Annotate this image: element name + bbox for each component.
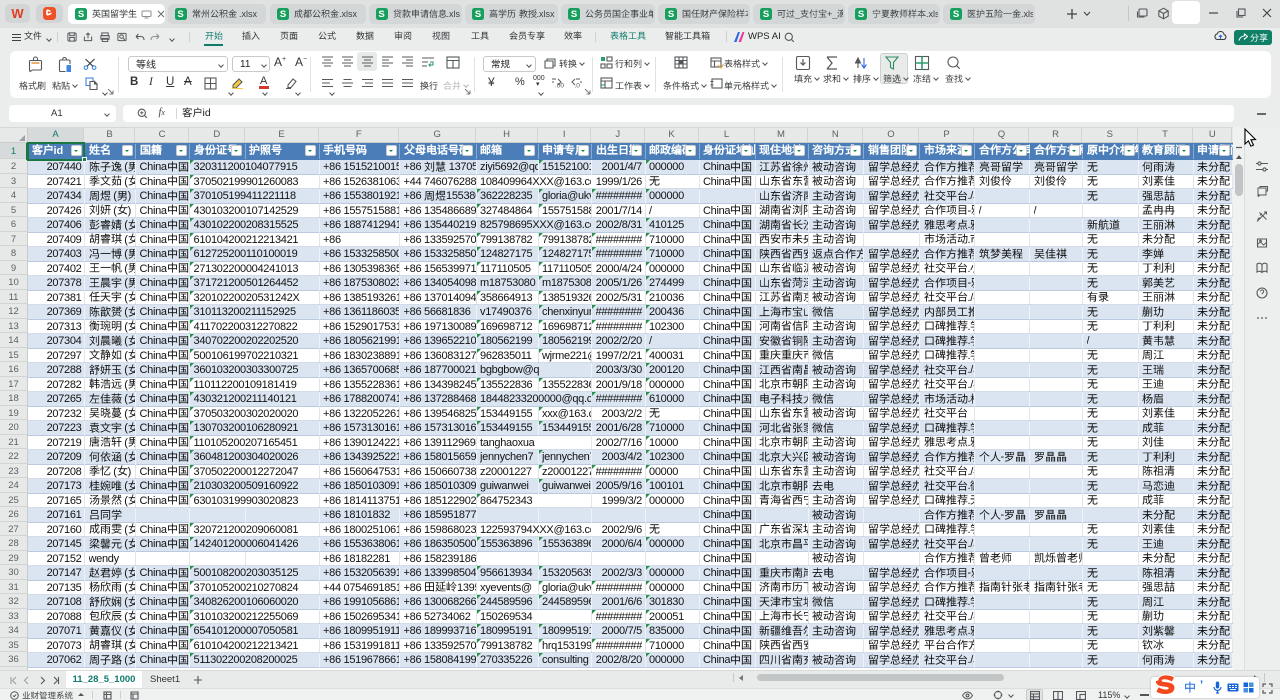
svg-text:.00: .00 [555, 83, 564, 89]
svg-text:.0: .0 [575, 83, 581, 89]
svg-text:W: W [11, 6, 24, 21]
